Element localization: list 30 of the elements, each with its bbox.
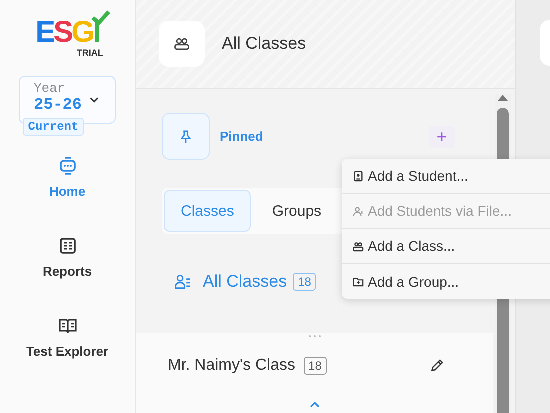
current-badge: Current: [23, 118, 84, 136]
book-icon: [58, 316, 78, 336]
id-card-icon: [353, 170, 364, 182]
menu-item[interactable]: Add a Class...: [342, 229, 550, 264]
user-list-icon: [174, 273, 192, 291]
logo-letter: S: [54, 18, 72, 48]
logo-letter: E: [36, 18, 54, 48]
page-title: All Classes: [222, 34, 306, 54]
folder-icon: [353, 276, 364, 287]
add-button[interactable]: +: [429, 126, 455, 148]
scroll-up-icon[interactable]: [497, 94, 509, 102]
chevron-down-icon: [90, 97, 99, 103]
count-badge: 18: [304, 357, 327, 375]
nav-item[interactable]: Test Explorer: [26, 316, 109, 376]
monitor-icon: [58, 156, 78, 176]
pinned-label: Pinned: [220, 129, 264, 144]
tab[interactable]: Groups: [255, 190, 339, 232]
nav-item[interactable]: Reports: [42, 236, 92, 296]
drag-handle-icon: [308, 335, 322, 338]
class-name[interactable]: Mr. Naimy's Class: [168, 357, 296, 375]
pencil-icon[interactable]: [429, 358, 445, 374]
logo-letter: G: [72, 18, 94, 48]
report-icon: [58, 236, 78, 256]
person-icon: [353, 206, 364, 216]
menu-item[interactable]: Add a Group...: [342, 264, 550, 299]
people-icon: [353, 240, 364, 252]
logo-subtitle: TRIAL: [76, 48, 104, 58]
chevron-up-icon[interactable]: [310, 402, 320, 408]
count-badge: 18: [293, 273, 316, 291]
pin-icon: [178, 128, 194, 144]
